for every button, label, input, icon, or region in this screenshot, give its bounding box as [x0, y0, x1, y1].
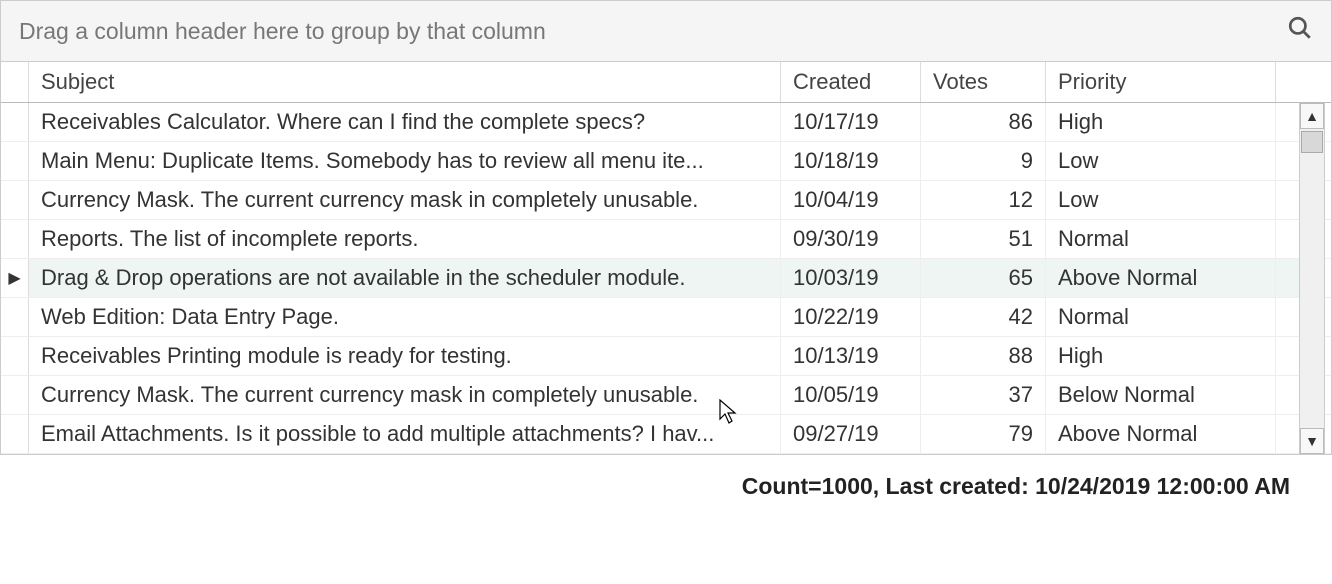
cell-created[interactable]: 10/04/19: [781, 181, 921, 219]
cell-votes[interactable]: 42: [921, 298, 1046, 336]
row-indicator: [1, 181, 29, 219]
chevron-down-icon: ▼: [1305, 433, 1319, 449]
cell-votes[interactable]: 9: [921, 142, 1046, 180]
scroll-thumb[interactable]: [1301, 131, 1323, 153]
cell-votes[interactable]: 88: [921, 337, 1046, 375]
column-header-votes[interactable]: Votes: [921, 62, 1046, 102]
row-indicator: [1, 376, 29, 414]
cell-created[interactable]: 10/03/19: [781, 259, 921, 297]
table-row[interactable]: Receivables Calculator. Where can I find…: [1, 103, 1331, 142]
cell-created[interactable]: 10/18/19: [781, 142, 921, 180]
scroll-up-button[interactable]: ▲: [1300, 103, 1324, 129]
cell-subject[interactable]: Drag & Drop operations are not available…: [29, 259, 781, 297]
column-header-created[interactable]: Created: [781, 62, 921, 102]
group-by-panel[interactable]: Drag a column header here to group by th…: [1, 0, 1331, 62]
cell-priority[interactable]: Normal: [1046, 220, 1276, 258]
cell-priority[interactable]: High: [1046, 103, 1276, 141]
scrollbar-header-gutter: [1276, 62, 1314, 102]
table-row[interactable]: Web Edition: Data Entry Page.10/22/1942N…: [1, 298, 1331, 337]
cell-created[interactable]: 10/22/19: [781, 298, 921, 336]
cell-votes[interactable]: 37: [921, 376, 1046, 414]
row-indicator: [1, 103, 29, 141]
rows-viewport: Receivables Calculator. Where can I find…: [1, 103, 1331, 454]
cell-priority[interactable]: Low: [1046, 142, 1276, 180]
table-row[interactable]: Reports. The list of incomplete reports.…: [1, 220, 1331, 259]
row-indicator-icon: ▶: [8, 268, 20, 288]
cell-priority[interactable]: Low: [1046, 181, 1276, 219]
cell-votes[interactable]: 12: [921, 181, 1046, 219]
table-row[interactable]: ▶ Drag & Drop operations are not availabl…: [1, 259, 1331, 298]
cell-subject[interactable]: Currency Mask. The current currency mask…: [29, 376, 781, 414]
group-by-hint: Drag a column header here to group by th…: [19, 18, 546, 45]
cell-priority[interactable]: Above Normal: [1046, 259, 1276, 297]
table-row[interactable]: Receivables Printing module is ready for…: [1, 337, 1331, 376]
chevron-up-icon: ▲: [1305, 108, 1319, 124]
table-row[interactable]: Email Attachments. Is it possible to add…: [1, 415, 1331, 454]
cell-subject[interactable]: Email Attachments. Is it possible to add…: [29, 415, 781, 453]
cell-created[interactable]: 10/17/19: [781, 103, 921, 141]
cell-subject[interactable]: Reports. The list of incomplete reports.: [29, 220, 781, 258]
row-indicator: [1, 220, 29, 258]
cell-priority[interactable]: Above Normal: [1046, 415, 1276, 453]
cell-created[interactable]: 09/30/19: [781, 220, 921, 258]
cell-votes[interactable]: 51: [921, 220, 1046, 258]
cell-created[interactable]: 10/13/19: [781, 337, 921, 375]
table-row[interactable]: Currency Mask. The current currency mask…: [1, 376, 1331, 415]
cell-created[interactable]: 10/05/19: [781, 376, 921, 414]
column-header-row: Subject Created Votes Priority: [1, 62, 1331, 103]
cell-votes[interactable]: 86: [921, 103, 1046, 141]
cell-subject[interactable]: Currency Mask. The current currency mask…: [29, 181, 781, 219]
cell-priority[interactable]: Below Normal: [1046, 376, 1276, 414]
row-indicator: [1, 298, 29, 336]
cell-priority[interactable]: High: [1046, 337, 1276, 375]
cell-votes[interactable]: 65: [921, 259, 1046, 297]
scroll-down-button[interactable]: ▼: [1300, 428, 1324, 454]
vertical-scrollbar[interactable]: ▲ ▼: [1299, 103, 1325, 454]
row-indicator: ▶: [1, 259, 29, 297]
cell-subject[interactable]: Receivables Calculator. Where can I find…: [29, 103, 781, 141]
row-indicator: [1, 337, 29, 375]
row-indicator: [1, 415, 29, 453]
column-header-subject[interactable]: Subject: [29, 62, 781, 102]
data-grid: Drag a column header here to group by th…: [0, 0, 1332, 455]
cell-subject[interactable]: Web Edition: Data Entry Page.: [29, 298, 781, 336]
cell-votes[interactable]: 79: [921, 415, 1046, 453]
cell-created[interactable]: 09/27/19: [781, 415, 921, 453]
cell-priority[interactable]: Normal: [1046, 298, 1276, 336]
search-icon[interactable]: [1287, 15, 1313, 47]
cell-subject[interactable]: Receivables Printing module is ready for…: [29, 337, 781, 375]
cell-subject[interactable]: Main Menu: Duplicate Items. Somebody has…: [29, 142, 781, 180]
table-row[interactable]: Main Menu: Duplicate Items. Somebody has…: [1, 142, 1331, 181]
row-indicator: [1, 142, 29, 180]
column-header-priority[interactable]: Priority: [1046, 62, 1276, 102]
summary-footer: Count=1000, Last created: 10/24/2019 12:…: [0, 455, 1332, 510]
row-indicator-header: [1, 62, 29, 102]
table-row[interactable]: Currency Mask. The current currency mask…: [1, 181, 1331, 220]
